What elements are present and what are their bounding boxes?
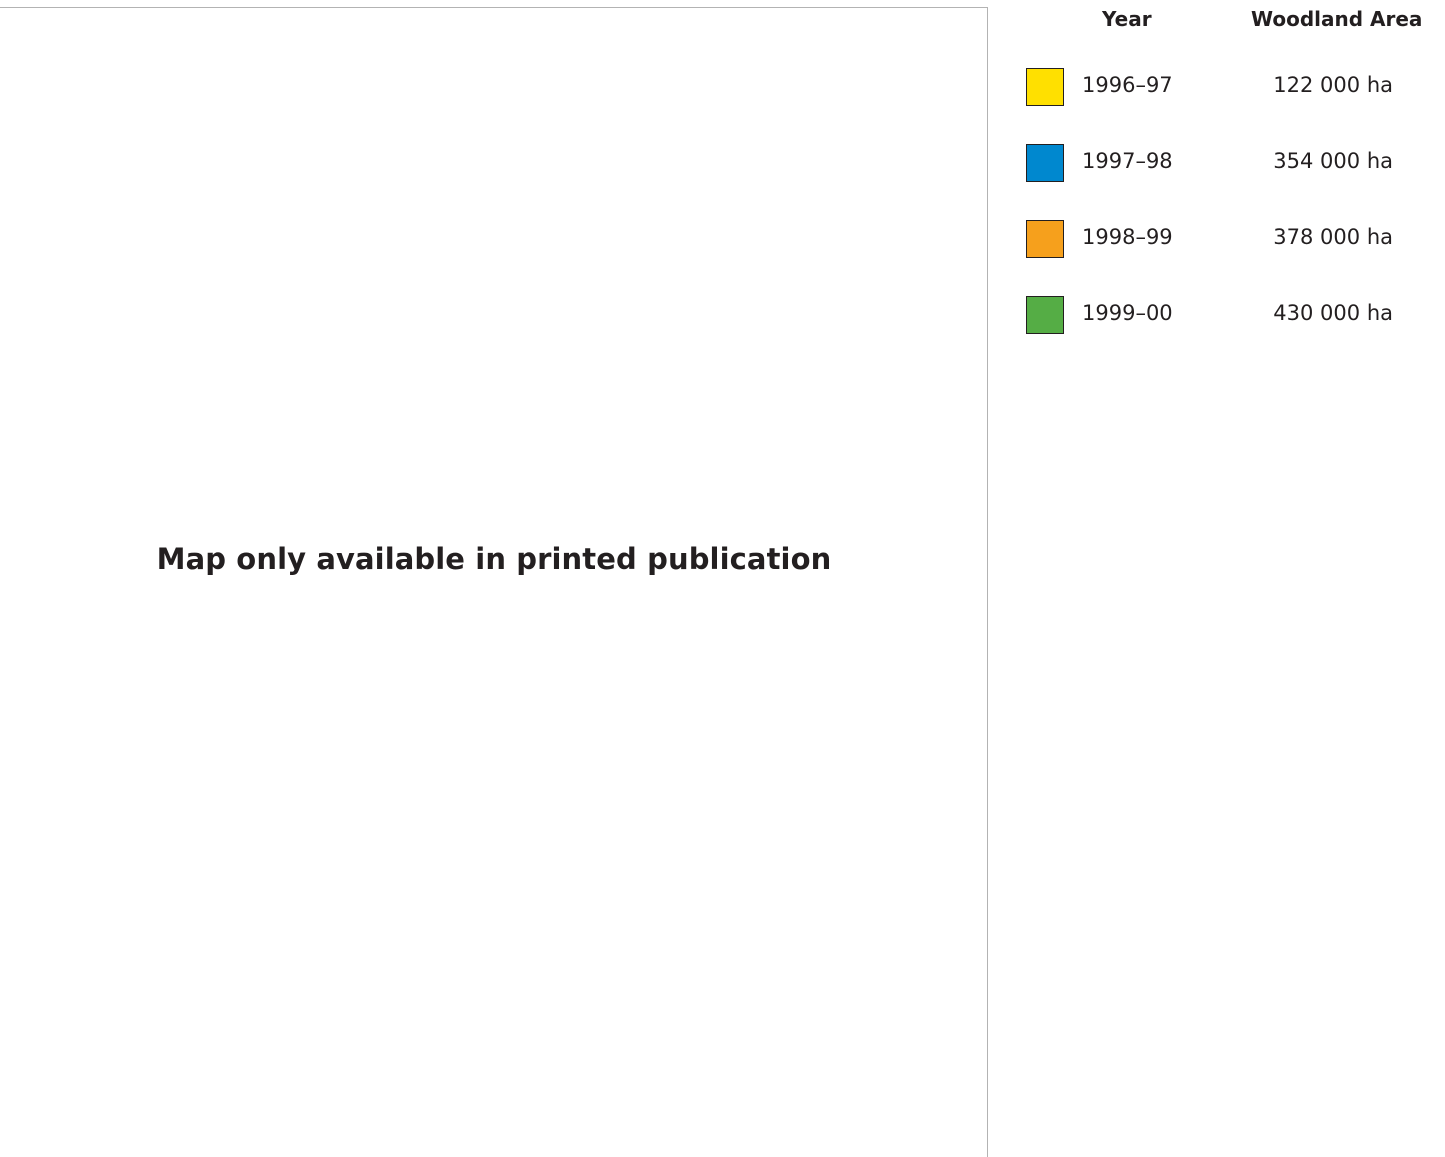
legend: Year Woodland Area 1996–97 122 000 ha 19… [1000,0,1445,400]
legend-swatch [1026,220,1064,258]
map-panel: Map only available in printed publicatio… [0,7,988,1157]
legend-year: 1998–99 [1082,225,1173,249]
legend-row: 1998–99 378 000 ha [1000,220,1445,258]
legend-row: 1997–98 354 000 ha [1000,144,1445,182]
legend-swatch [1026,68,1064,106]
legend-header-woodland-area: Woodland Area [1251,7,1423,31]
legend-area: 122 000 ha [1273,73,1393,97]
legend-header-year: Year [1102,7,1152,31]
legend-row: 1999–00 430 000 ha [1000,296,1445,334]
legend-year: 1997–98 [1082,149,1173,173]
map-placeholder-text: Map only available in printed publicatio… [156,542,832,576]
legend-area: 354 000 ha [1273,149,1393,173]
legend-area: 378 000 ha [1273,225,1393,249]
legend-row: 1996–97 122 000 ha [1000,68,1445,106]
legend-year: 1996–97 [1082,73,1173,97]
legend-swatch [1026,144,1064,182]
legend-area: 430 000 ha [1273,301,1393,325]
legend-year: 1999–00 [1082,301,1173,325]
legend-swatch [1026,296,1064,334]
